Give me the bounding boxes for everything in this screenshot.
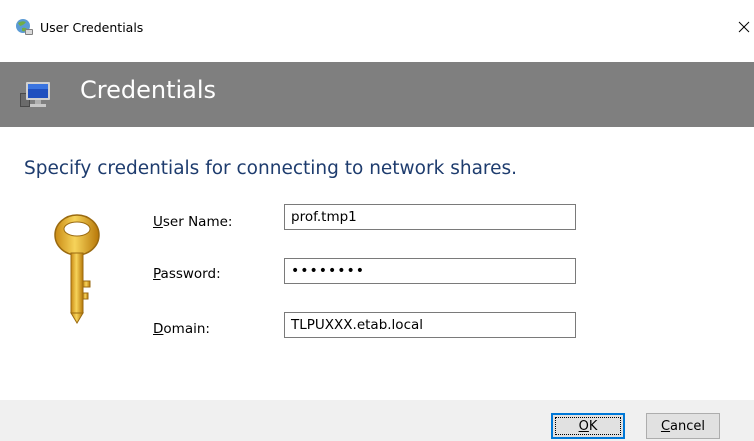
domain-value: TLPUXXX.etab.local bbox=[291, 317, 424, 333]
ok-button-label: K bbox=[588, 418, 598, 434]
ok-button[interactable]: OK bbox=[551, 413, 625, 439]
cancel-button-access-key: C bbox=[660, 418, 671, 434]
password-value: •••••••• bbox=[291, 263, 366, 279]
domain-field[interactable]: TLPUXXX.etab.local bbox=[284, 312, 576, 338]
close-icon bbox=[738, 21, 750, 33]
close-button[interactable] bbox=[734, 10, 754, 44]
credentials-dialog: User Credentials Credentials Specify cre… bbox=[0, 0, 754, 441]
instruction-text: Specify credentials for connecting to ne… bbox=[24, 158, 518, 179]
username-label-text: ser Name: bbox=[162, 214, 233, 230]
title-bar: User Credentials bbox=[0, 0, 754, 62]
domain-label-access-key: D bbox=[153, 321, 164, 337]
password-label: Password: bbox=[153, 266, 221, 282]
key-icon bbox=[52, 211, 102, 327]
username-label-access-key: U bbox=[153, 214, 163, 230]
password-label-text: assword: bbox=[160, 266, 221, 282]
computer-icon bbox=[18, 79, 52, 111]
cancel-button-label: ancel bbox=[670, 418, 706, 434]
ok-button-access-key: O bbox=[578, 418, 589, 434]
button-bar: OK Cancel bbox=[0, 400, 754, 441]
header-banner: Credentials bbox=[0, 62, 754, 127]
password-label-access-key: P bbox=[153, 266, 161, 282]
domain-label: Domain: bbox=[153, 321, 210, 337]
window-title: User Credentials bbox=[40, 20, 144, 35]
username-value: prof.tmp1 bbox=[291, 209, 357, 225]
username-field[interactable]: prof.tmp1 bbox=[284, 204, 576, 230]
app-icon bbox=[14, 17, 34, 37]
password-field[interactable]: •••••••• bbox=[284, 258, 576, 284]
domain-label-text: omain: bbox=[163, 321, 210, 337]
cancel-button[interactable]: Cancel bbox=[646, 413, 720, 439]
banner-title: Credentials bbox=[80, 76, 217, 104]
username-label: User Name: bbox=[153, 214, 232, 230]
